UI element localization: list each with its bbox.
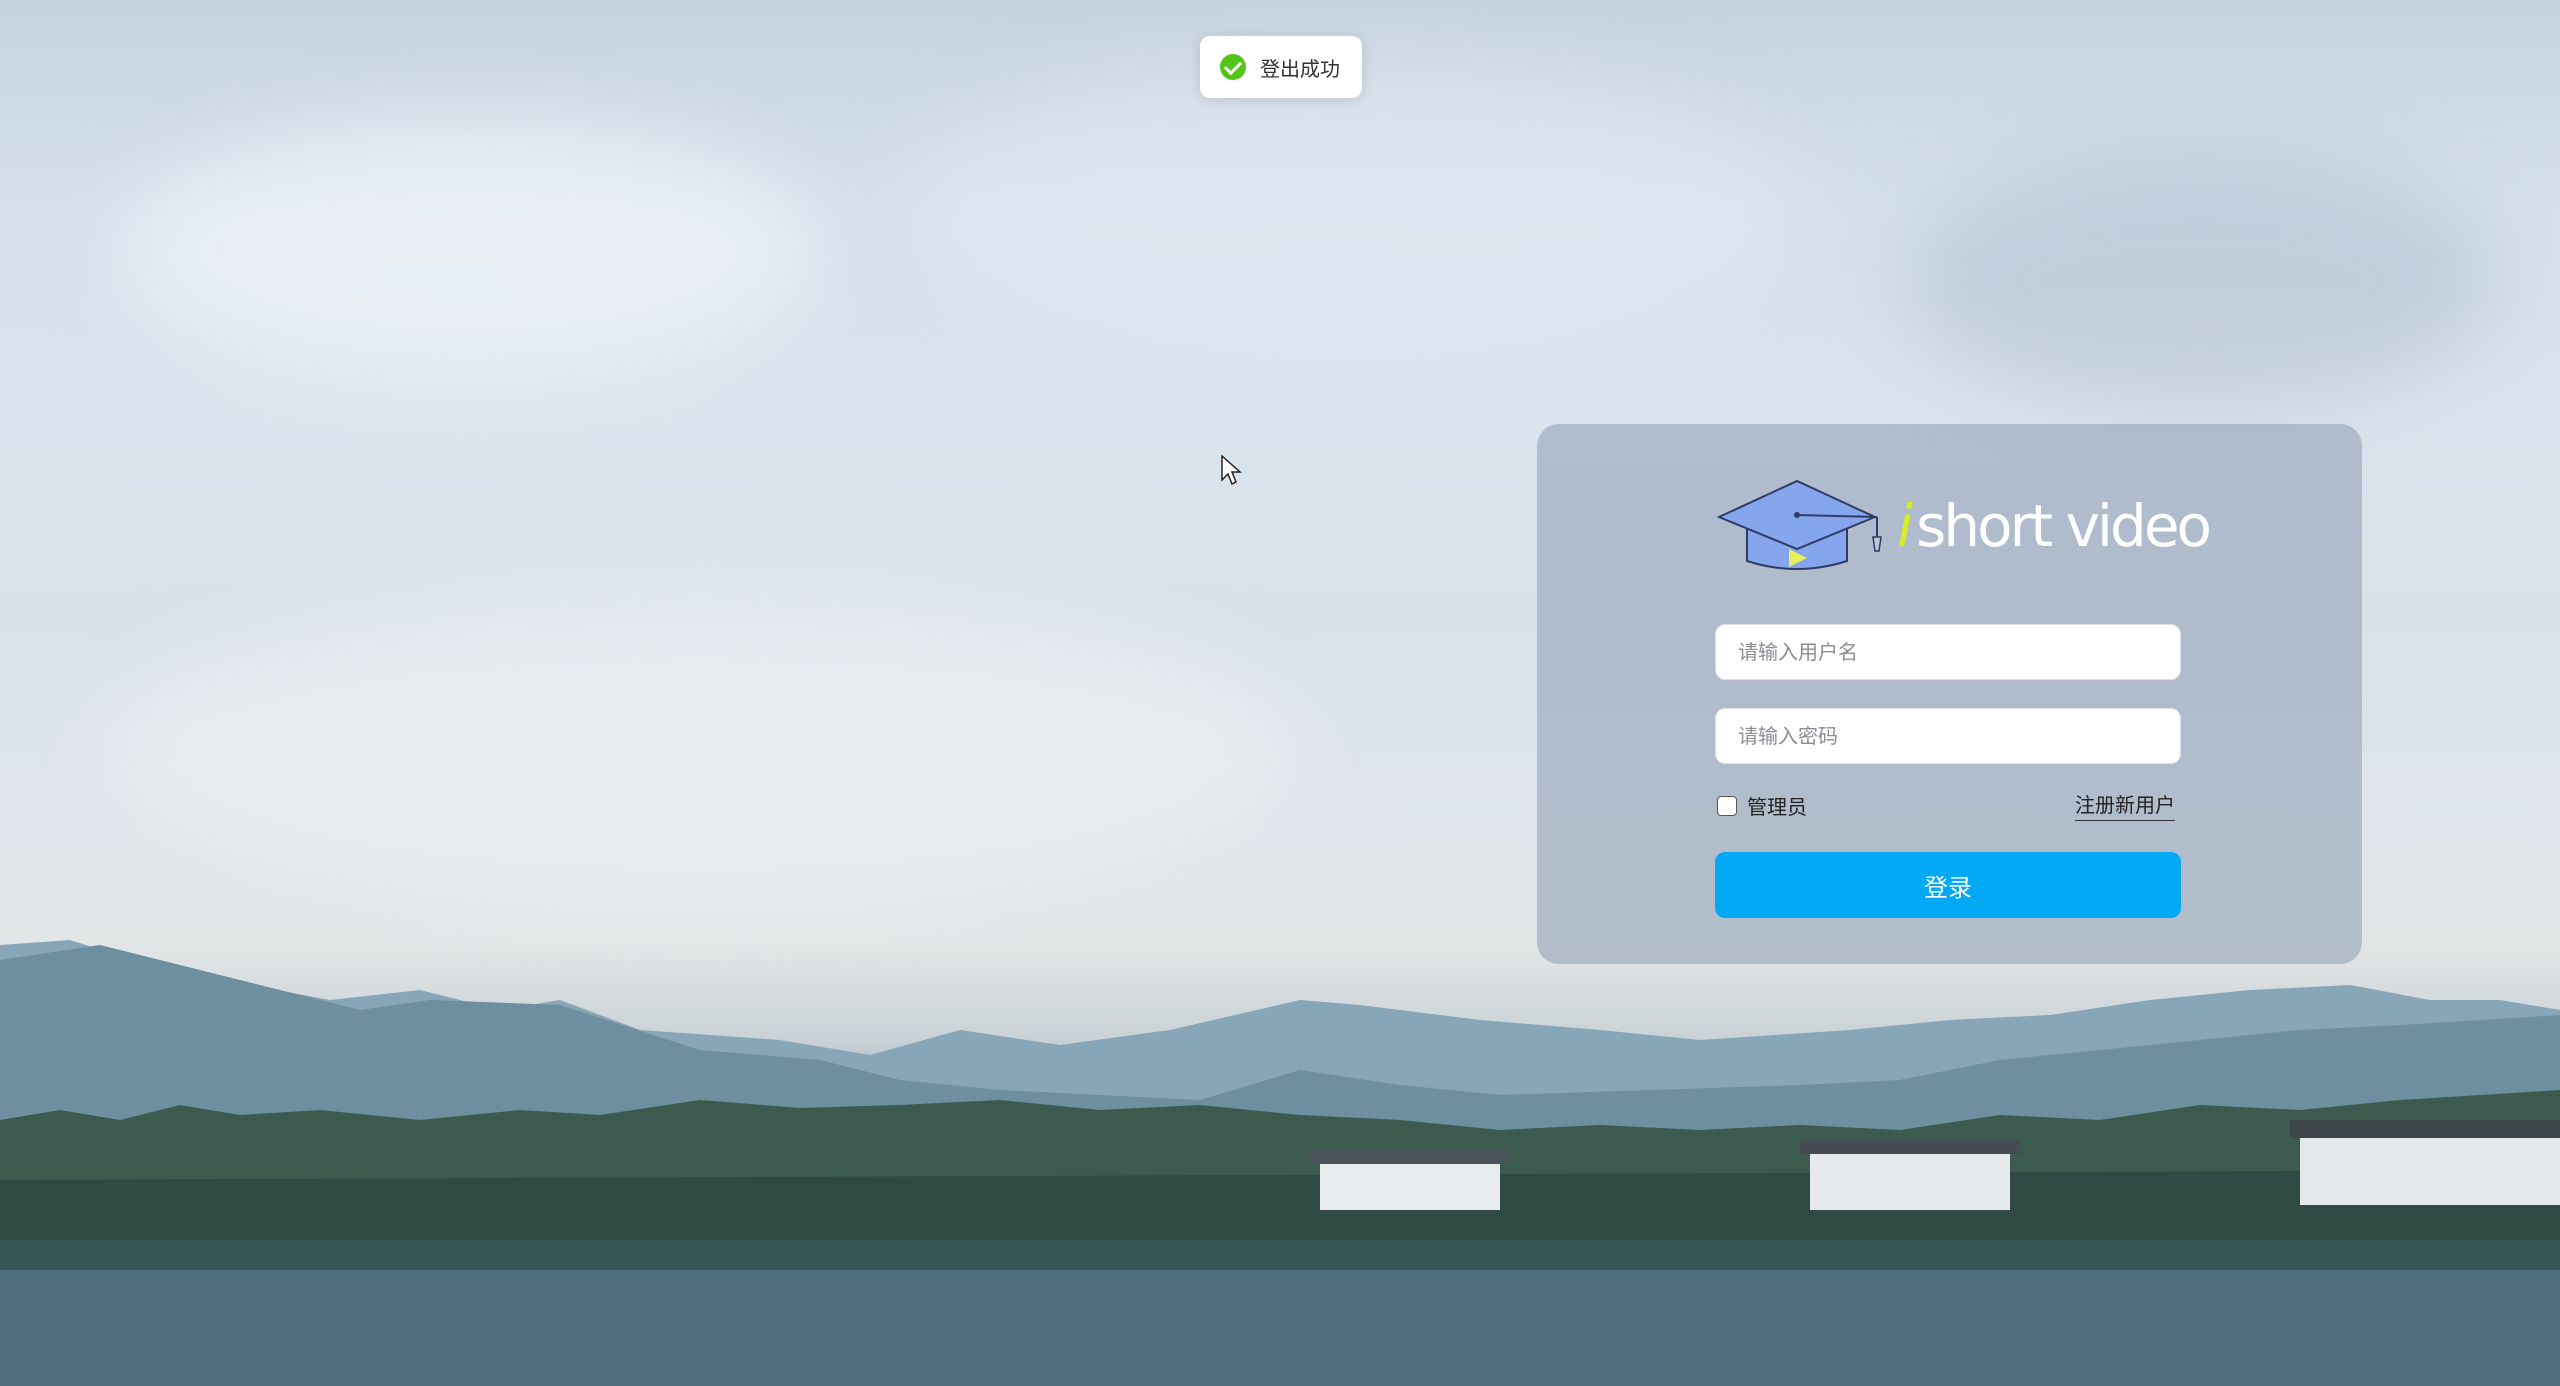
- admin-option: 管理员: [1717, 791, 1807, 820]
- logo-text: short video: [1916, 492, 2212, 560]
- logo-wordmark: i short video: [1897, 492, 2212, 560]
- admin-checkbox[interactable]: [1717, 795, 1737, 816]
- logout-success-toast: 登出成功: [1200, 36, 1362, 98]
- graduation-cap-play-icon: [1717, 479, 1882, 570]
- register-link[interactable]: 注册新用户: [2075, 789, 2175, 821]
- toast-message: 登出成功: [1260, 56, 1340, 81]
- mouse-cursor-icon: [1220, 454, 1242, 490]
- login-button[interactable]: 登录: [1715, 852, 2181, 918]
- check-circle-icon: [1220, 54, 1246, 80]
- logo-accent-letter: i: [1897, 492, 1913, 560]
- login-panel: ishort video 管理员 注册新用户 登录: [1537, 424, 2362, 964]
- password-input[interactable]: [1715, 708, 2181, 764]
- admin-checkbox-label[interactable]: 管理员: [1747, 791, 1807, 820]
- username-input[interactable]: [1715, 624, 2181, 680]
- app-logo: i short video: [1717, 469, 2212, 579]
